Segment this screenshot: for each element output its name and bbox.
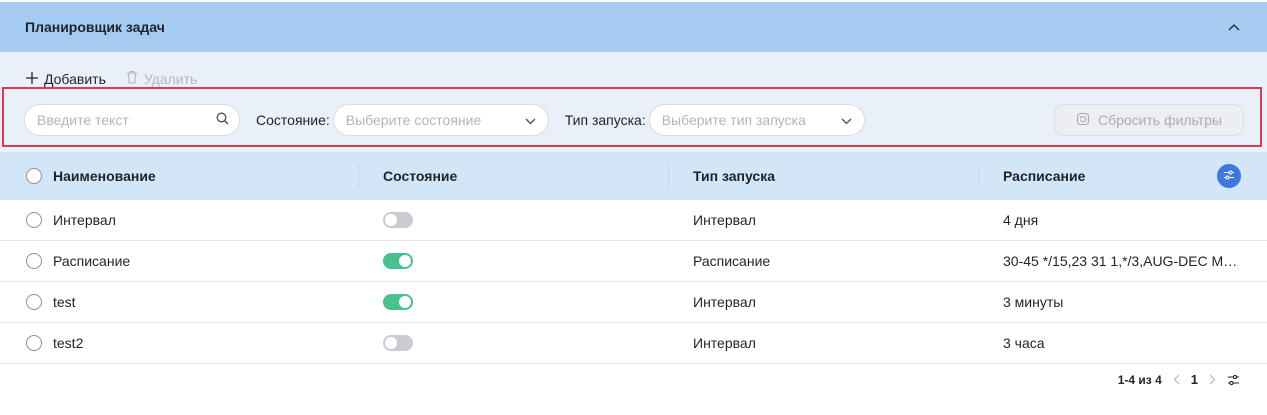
chevron-down-icon bbox=[525, 112, 536, 128]
table-row[interactable]: Расписание Расписание 30-45 */15,23 31 1… bbox=[0, 241, 1267, 282]
state-toggle[interactable] bbox=[383, 294, 413, 310]
state-filter-label: Состояние: bbox=[256, 112, 330, 128]
sliders-icon[interactable] bbox=[1227, 374, 1240, 386]
chevron-left-icon[interactable] bbox=[1173, 374, 1180, 385]
sliders-icon bbox=[1223, 168, 1235, 184]
state-toggle[interactable] bbox=[383, 335, 413, 351]
chevron-right-icon[interactable] bbox=[1209, 374, 1216, 385]
chevron-down-icon bbox=[841, 112, 852, 128]
table-row[interactable]: test Интервал 3 минуты bbox=[0, 282, 1267, 323]
delete-button[interactable]: Удалить bbox=[126, 70, 197, 87]
column-header-state[interactable]: Состояние bbox=[358, 152, 668, 200]
type-select-placeholder: Выберите тип запуска bbox=[661, 112, 806, 128]
select-all-checkbox[interactable] bbox=[26, 168, 42, 184]
row-type: Интервал bbox=[693, 294, 756, 310]
state-toggle[interactable] bbox=[383, 212, 413, 228]
table-row[interactable]: Интервал Интервал 4 дня bbox=[0, 200, 1267, 241]
reset-filters-button[interactable]: Сбросить фильтры bbox=[1054, 104, 1244, 136]
table-row[interactable]: test2 Интервал 3 часа bbox=[0, 323, 1267, 364]
row-name: test bbox=[53, 294, 76, 310]
toggle-knob bbox=[385, 214, 397, 226]
plus-icon bbox=[26, 71, 38, 87]
pagination: 1-4 из 4 1 bbox=[1118, 372, 1240, 387]
row-type: Интервал bbox=[693, 212, 756, 228]
row-name: test2 bbox=[53, 335, 84, 351]
tasks-table: Наименование Состояние Тип запуска Распи… bbox=[0, 152, 1267, 364]
reset-icon bbox=[1076, 112, 1090, 129]
state-toggle[interactable] bbox=[383, 253, 413, 269]
add-button[interactable]: Добавить bbox=[26, 71, 106, 87]
toggle-knob bbox=[399, 296, 411, 308]
add-button-label: Добавить bbox=[44, 70, 106, 87]
row-checkbox[interactable] bbox=[26, 212, 42, 228]
toolbar: Добавить Удалить bbox=[26, 70, 197, 87]
search-field bbox=[24, 104, 240, 136]
row-type: Интервал bbox=[693, 335, 756, 351]
trash-icon bbox=[126, 70, 138, 87]
row-schedule: 3 часа bbox=[1003, 335, 1045, 351]
delete-button-label: Удалить bbox=[143, 70, 198, 87]
chevron-up-icon[interactable] bbox=[1226, 19, 1242, 35]
row-checkbox[interactable] bbox=[26, 253, 42, 269]
search-icon[interactable] bbox=[216, 112, 229, 128]
toggle-knob bbox=[385, 337, 397, 349]
panel-header: Планировщик задач bbox=[0, 2, 1267, 52]
state-select[interactable]: Выберите состояние bbox=[332, 104, 549, 136]
row-type: Расписание bbox=[693, 253, 771, 269]
column-settings-button[interactable] bbox=[1217, 164, 1241, 188]
type-filter-label: Тип запуска: bbox=[564, 112, 646, 128]
table-header: Наименование Состояние Тип запуска Распи… bbox=[0, 152, 1267, 200]
row-schedule: 3 минуты bbox=[1003, 294, 1064, 310]
row-schedule: 4 дня bbox=[1003, 212, 1039, 228]
column-header-name[interactable]: Наименование bbox=[0, 152, 358, 200]
panel-title: Планировщик задач bbox=[25, 19, 165, 35]
toggle-knob bbox=[399, 255, 411, 267]
row-name: Расписание bbox=[53, 253, 131, 269]
row-schedule: 30-45 */15,23 31 1,*/3,AUG-DEC MON-FRI bbox=[1003, 253, 1241, 269]
state-select-placeholder: Выберите состояние bbox=[345, 112, 482, 128]
reset-filters-label: Сбросить фильтры bbox=[1097, 112, 1223, 128]
row-checkbox[interactable] bbox=[26, 294, 42, 310]
column-header-type[interactable]: Тип запуска bbox=[668, 152, 978, 200]
filter-bar: Состояние: Выберите состояние Тип запуск… bbox=[24, 104, 1244, 136]
type-select[interactable]: Выберите тип запуска bbox=[648, 104, 865, 136]
pagination-range: 1-4 из 4 bbox=[1117, 372, 1162, 387]
search-input[interactable] bbox=[37, 112, 207, 128]
current-page[interactable]: 1 bbox=[1191, 372, 1198, 387]
row-checkbox[interactable] bbox=[26, 335, 42, 351]
row-name: Интервал bbox=[53, 212, 116, 228]
